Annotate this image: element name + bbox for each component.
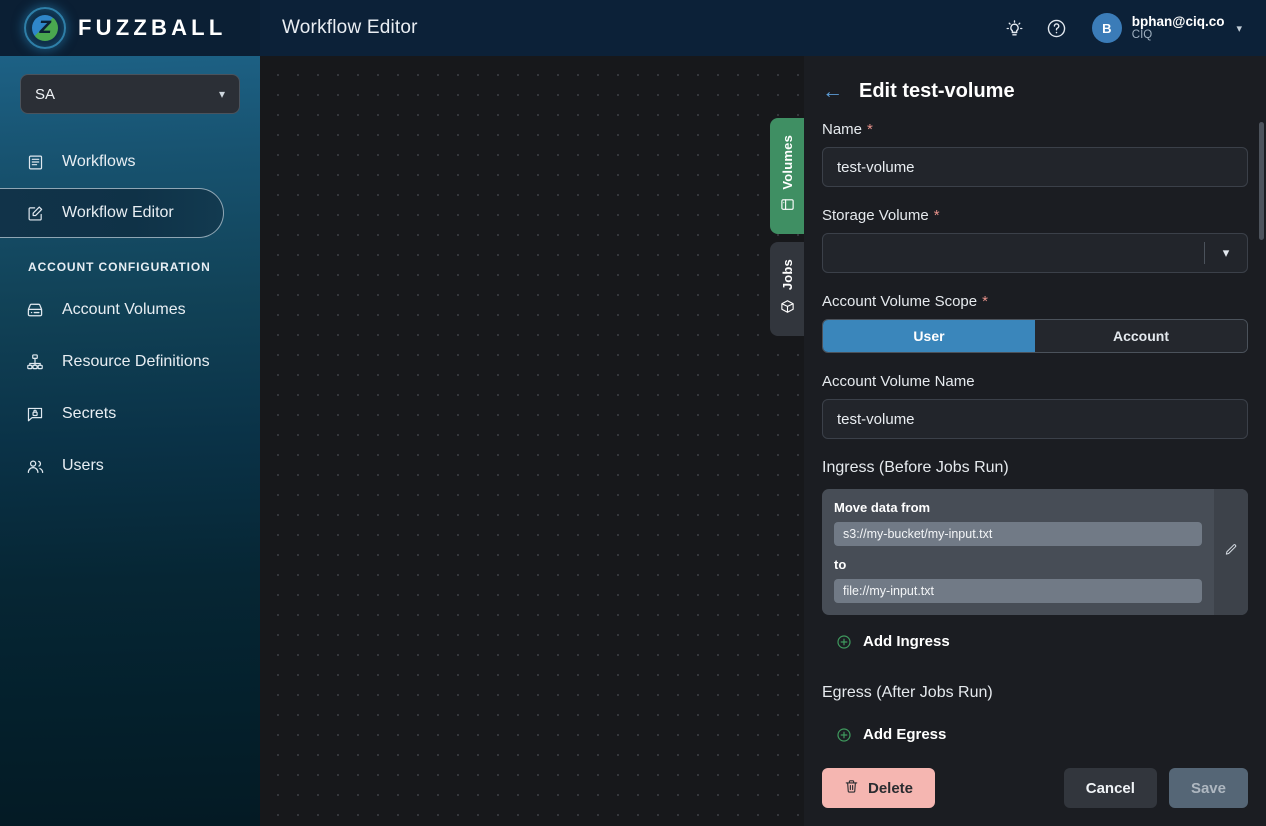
chevron-down-icon: ▾ [218, 87, 225, 101]
brand-logo[interactable]: Z FUZZBALL [0, 0, 260, 56]
vertical-tab-label: Volumes [779, 134, 795, 190]
add-ingress-label: Add Ingress [863, 633, 950, 650]
logo-letter: Z [37, 17, 53, 38]
page-title: Workflow Editor [282, 17, 418, 38]
required-asterisk: * [982, 293, 988, 310]
account-volume-name-input[interactable]: test-volume [822, 399, 1248, 439]
top-bar-actions: B bphan@ciq.co CIQ ▾ [996, 0, 1266, 56]
hard-drive-icon [24, 301, 46, 319]
name-label-text: Name [822, 121, 863, 138]
arrow-left-icon[interactable]: ← [822, 81, 843, 102]
save-button[interactable]: Save [1168, 768, 1248, 808]
panel-title: Edit test-volume [859, 80, 1015, 102]
storage-volume-label-text: Storage Volume [822, 207, 929, 224]
account-selector[interactable]: SA ▾ [20, 74, 240, 114]
workflow-canvas[interactable]: Volumes Jobs [260, 56, 804, 826]
sidebar-item-label: Workflows [62, 153, 136, 170]
chevron-down-icon: ▾ [1236, 22, 1242, 35]
chevron-down-icon: ▾ [1222, 245, 1230, 260]
cube-icon [780, 299, 795, 319]
vertical-tab-volumes[interactable]: Volumes [770, 118, 804, 234]
add-egress-button[interactable]: Add Egress [822, 714, 1248, 754]
ingress-entry-card: Move data from s3://my-bucket/my-input.t… [822, 489, 1248, 615]
account-volume-name-label-text: Account Volume Name [822, 373, 975, 390]
storage-volume-select[interactable]: ▾ [822, 233, 1248, 273]
help-circle-icon[interactable] [1038, 9, 1076, 47]
sidebar-item-label: Workflow Editor [62, 204, 174, 221]
sidebar-item-label: Resource Definitions [62, 353, 210, 370]
users-icon [24, 457, 46, 476]
sitemap-icon [24, 353, 46, 371]
add-ingress-button[interactable]: Add Ingress [822, 621, 1248, 662]
name-input[interactable]: test-volume [822, 147, 1248, 187]
ingress-entry-body: Move data from s3://my-bucket/my-input.t… [822, 489, 1214, 615]
ingress-edit-button[interactable] [1214, 489, 1248, 615]
user-menu[interactable]: B bphan@ciq.co CIQ ▾ [1080, 13, 1248, 43]
footer-actions: Cancel Save [1063, 768, 1248, 808]
sidebar-item-users[interactable]: Users [0, 440, 260, 492]
cancel-button[interactable]: Cancel [1063, 768, 1157, 808]
edit-square-icon [24, 205, 46, 222]
scope-option-account[interactable]: Account [1035, 320, 1247, 352]
drive-icon [780, 197, 795, 217]
vertical-tab-jobs[interactable]: Jobs [770, 242, 804, 336]
required-asterisk: * [867, 121, 873, 138]
fuzzball-logo-icon: Z [24, 7, 66, 49]
user-email: bphan@ciq.co [1131, 13, 1225, 29]
edit-volume-panel: ← Edit test-volume Name * test-volume St… [804, 56, 1266, 826]
plus-circle-icon [836, 634, 852, 650]
sidebar-item-workflow-editor[interactable]: Workflow Editor [0, 188, 224, 238]
sidebar-item-secrets[interactable]: Secrets [0, 388, 260, 440]
account-selector-value: SA [35, 85, 56, 103]
trash-icon [844, 779, 859, 798]
panel-header: ← Edit test-volume [822, 74, 1248, 121]
brand-name: FUZZBALL [78, 15, 227, 40]
sidebar-item-label: Users [62, 457, 104, 474]
storage-volume-field-label: Storage Volume * [822, 207, 1248, 224]
sidebar: SA ▾ Workflows Workflow Editor ACCOUNT C… [0, 56, 260, 826]
vertical-tab-label: Jobs [779, 259, 795, 291]
sidebar-section-title: ACCOUNT CONFIGURATION [28, 260, 211, 274]
ingress-heading: Ingress (Before Jobs Run) [822, 459, 1009, 476]
panel-footer: Delete Cancel Save [804, 754, 1266, 826]
scope-segmented-control: User Account [822, 319, 1248, 353]
sidebar-nav: Workflows Workflow Editor ACCOUNT CONFIG… [0, 136, 260, 492]
avatar: B [1091, 13, 1122, 43]
delete-button[interactable]: Delete [822, 768, 936, 808]
sidebar-item-label: Account Volumes [62, 301, 186, 318]
required-asterisk: * [933, 207, 940, 224]
add-egress-label: Add Egress [863, 726, 947, 743]
scope-option-user[interactable]: User [823, 320, 1035, 352]
scope-label-text: Account Volume Scope [822, 293, 978, 310]
user-org: CIQ [1131, 29, 1153, 42]
name-field-label: Name * [822, 121, 1248, 138]
vertical-tab-strip: Volumes Jobs [770, 118, 804, 336]
delete-button-label: Delete [868, 779, 914, 797]
top-bar: Z FUZZBALL Workflow Editor B bphan@ciq.c… [0, 0, 1266, 56]
sidebar-item-workflows[interactable]: Workflows [0, 136, 260, 188]
ingress-from-label: Move data from [834, 500, 931, 515]
ingress-from-value: s3://my-bucket/my-input.txt [834, 522, 1202, 546]
plus-circle-icon [836, 727, 852, 743]
sidebar-item-account-volumes[interactable]: Account Volumes [0, 284, 260, 336]
ingress-to-label: to [834, 557, 847, 572]
pencil-icon [1224, 543, 1238, 562]
panel-scrollbar[interactable] [1259, 122, 1264, 240]
panel-scroll-area: ← Edit test-volume Name * test-volume St… [804, 56, 1266, 754]
lightbulb-icon[interactable] [996, 9, 1034, 47]
egress-heading: Egress (After Jobs Run) [822, 684, 993, 701]
account-volume-name-label: Account Volume Name [822, 373, 1248, 390]
scope-field-label: Account Volume Scope * [822, 293, 1248, 310]
sidebar-item-label: Secrets [62, 405, 117, 422]
ingress-to-value: file://my-input.txt [834, 579, 1202, 603]
list-icon [24, 154, 46, 171]
sidebar-item-resource-definitions[interactable]: Resource Definitions [0, 336, 260, 388]
secret-lock-icon [24, 405, 46, 423]
